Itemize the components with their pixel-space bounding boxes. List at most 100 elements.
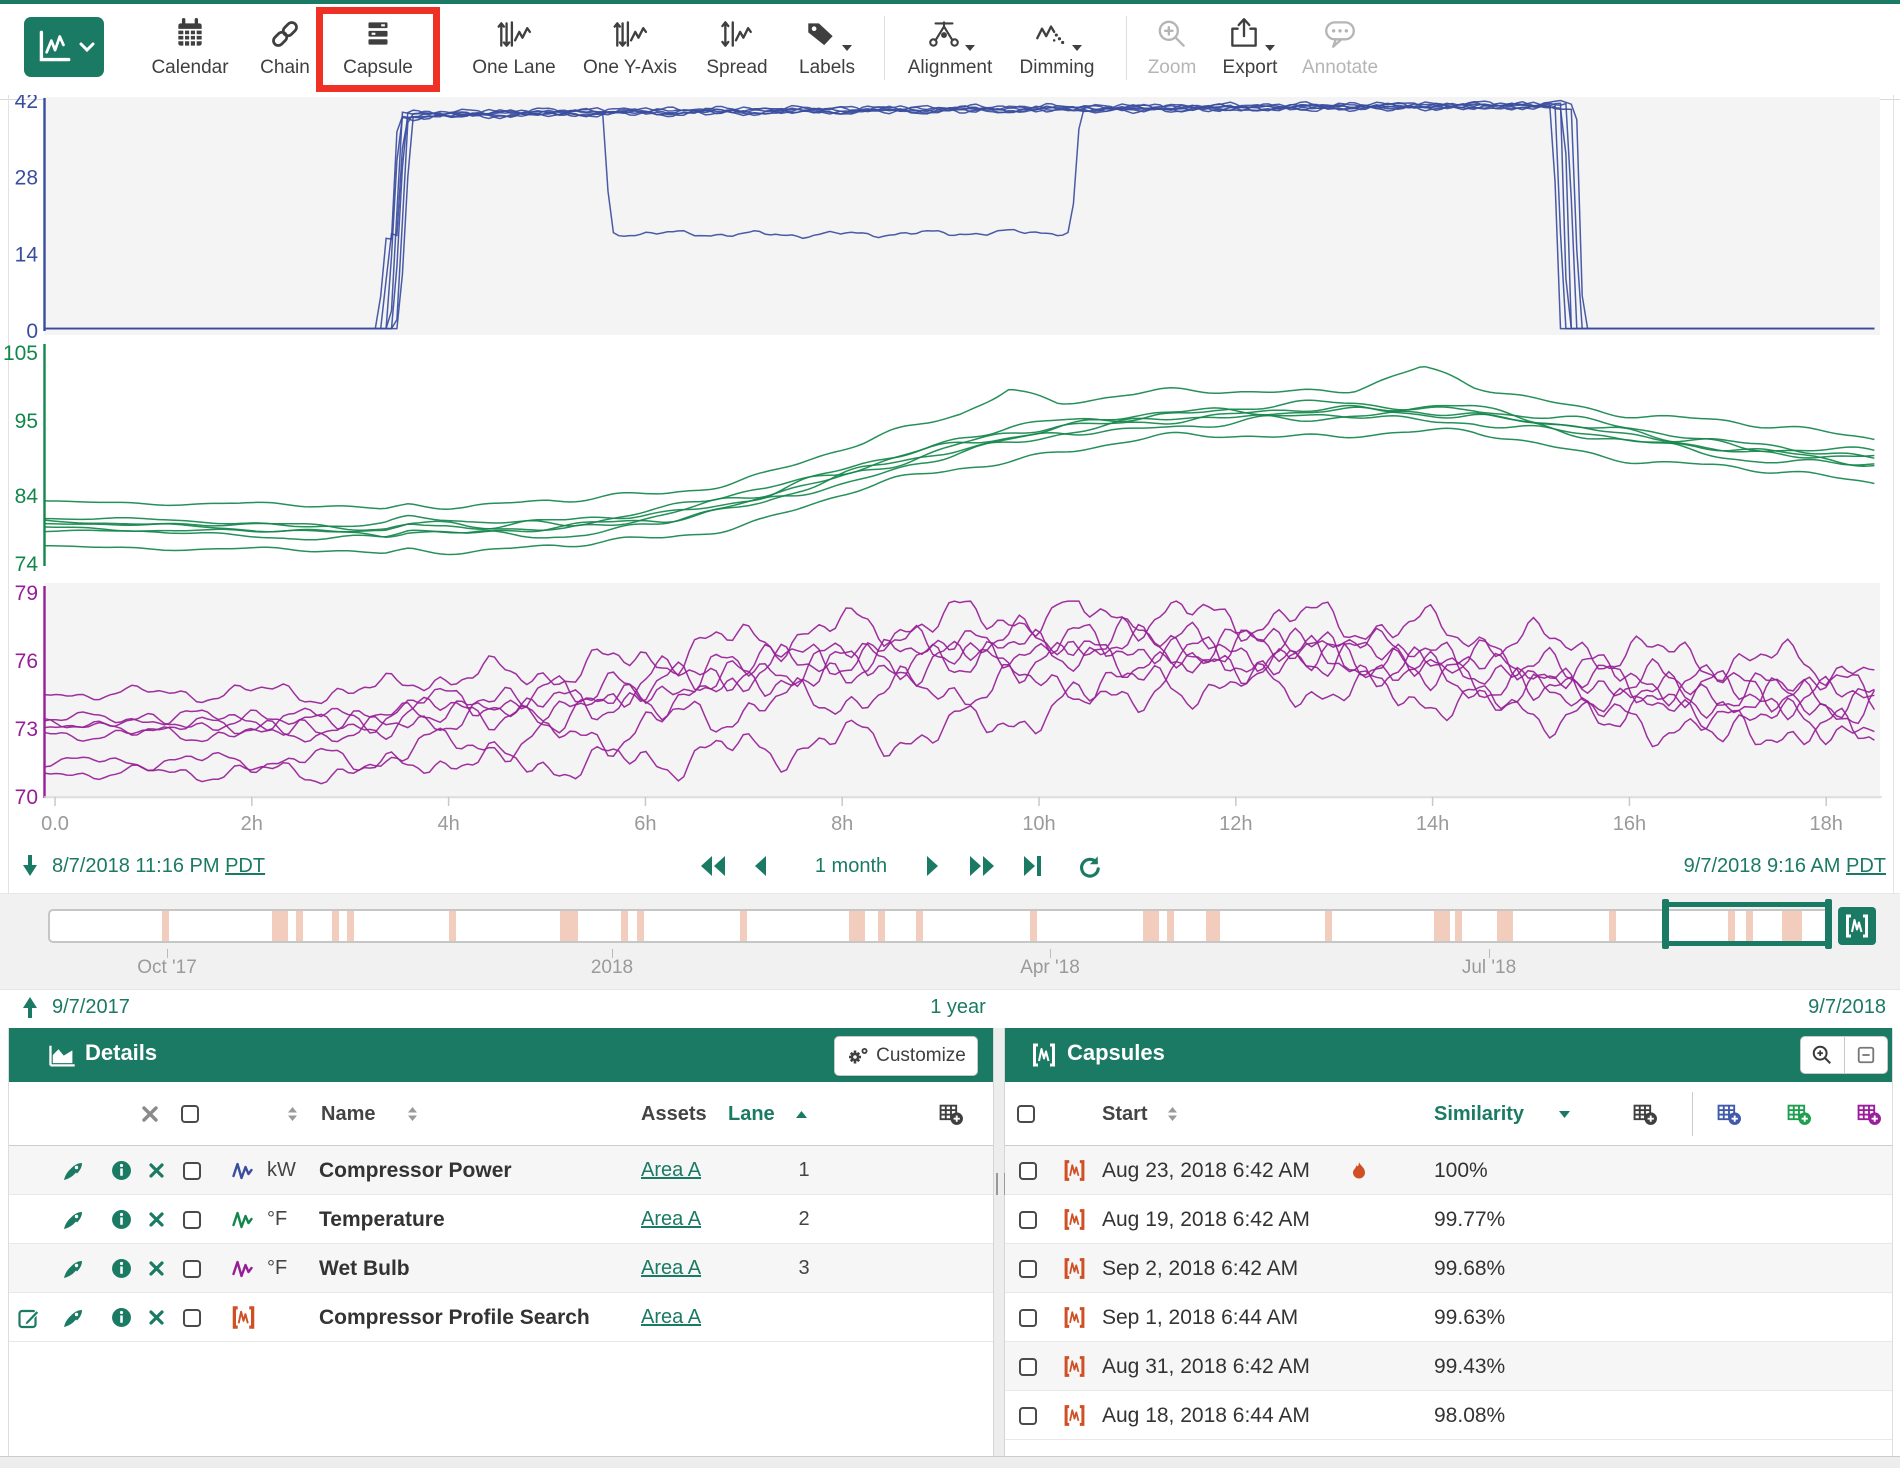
step-forward-fast-button[interactable] xyxy=(968,853,998,884)
range-start-timezone-link[interactable]: PDT xyxy=(225,855,265,877)
capsule-row[interactable]: Aug 19, 2018 6:42 AM 99.77% xyxy=(1005,1195,1892,1244)
capsule-row[interactable]: Sep 2, 2018 6:42 AM 99.68% xyxy=(1005,1244,1892,1293)
rocket-icon[interactable] xyxy=(61,1146,85,1195)
svg-text:73: 73 xyxy=(15,718,38,741)
capsule-occurrence-mark xyxy=(1143,911,1159,941)
step-back-fast-button[interactable] xyxy=(698,853,728,884)
rocket-icon[interactable] xyxy=(61,1244,85,1293)
timeline-bar[interactable] xyxy=(48,909,1830,943)
info-icon[interactable] xyxy=(111,1195,132,1244)
toolbar-labels[interactable]: Labels xyxy=(775,14,879,90)
collapse-button[interactable] xyxy=(1845,1036,1889,1074)
selection-right-handle[interactable] xyxy=(1825,899,1832,949)
refresh-button[interactable] xyxy=(1074,854,1102,885)
row-checkbox[interactable] xyxy=(1019,1358,1037,1376)
sort-lane-asc-icon[interactable] xyxy=(795,1082,808,1146)
rocket-icon[interactable] xyxy=(61,1293,85,1342)
asset-link[interactable]: Area A xyxy=(641,1159,701,1182)
details-area-chart-icon xyxy=(47,1041,77,1074)
selection-left-handle[interactable] xyxy=(1662,899,1669,949)
table-row[interactable]: Compressor Profile Search Area A xyxy=(9,1293,993,1342)
step-forward-button[interactable] xyxy=(925,853,941,884)
item-name: Temperature xyxy=(319,1195,445,1244)
remove-icon[interactable] xyxy=(149,1293,164,1342)
toolbar-export[interactable]: Export xyxy=(1198,14,1302,90)
capsule-start: Sep 1, 2018 6:44 AM xyxy=(1102,1293,1298,1342)
toolbar-one-y-axis[interactable]: One Y-Axis xyxy=(578,14,682,90)
row-checkbox[interactable] xyxy=(1019,1407,1037,1425)
toolbar-chain[interactable]: Chain xyxy=(233,14,337,90)
step-to-end-button[interactable] xyxy=(1022,853,1044,884)
row-checkbox[interactable] xyxy=(1019,1260,1037,1278)
column-start[interactable]: Start xyxy=(1102,1082,1148,1146)
toolbar-calendar[interactable]: Calendar xyxy=(138,14,242,90)
remove-icon[interactable] xyxy=(149,1195,164,1244)
select-all-checkbox[interactable] xyxy=(181,1105,199,1123)
column-lane[interactable]: Lane xyxy=(728,1082,775,1146)
toolbar-one-lane[interactable]: One Lane xyxy=(462,14,566,90)
row-checkbox[interactable] xyxy=(1019,1211,1037,1229)
info-icon[interactable] xyxy=(111,1146,132,1195)
step-back-button[interactable] xyxy=(752,853,768,884)
row-checkbox[interactable] xyxy=(183,1211,201,1229)
edit-icon[interactable] xyxy=(17,1293,41,1342)
row-checkbox[interactable] xyxy=(1019,1162,1037,1180)
sort-similarity-desc-icon[interactable] xyxy=(1558,1082,1571,1146)
toolbar-spread[interactable]: Spread xyxy=(685,14,789,90)
table-row[interactable]: °F Temperature Area A 2 xyxy=(9,1195,993,1244)
toolbar-dimming[interactable]: Dimming xyxy=(1005,14,1109,90)
row-checkbox[interactable] xyxy=(1019,1309,1037,1327)
toolbar-alignment[interactable]: Alignment xyxy=(898,14,1002,90)
remove-icon[interactable] xyxy=(149,1146,164,1195)
calendar-icon xyxy=(138,16,242,56)
asset-link[interactable]: Area A xyxy=(641,1306,701,1329)
toolbar-capsule[interactable]: Capsule xyxy=(326,14,430,90)
timeline-month-label: Oct '17 xyxy=(112,957,222,979)
sort-start-control[interactable] xyxy=(1167,1082,1178,1146)
range-end-timezone-link[interactable]: PDT xyxy=(1846,855,1886,877)
add-signal-column-blue-button[interactable] xyxy=(1717,1082,1742,1146)
column-assets[interactable]: Assets xyxy=(641,1082,707,1146)
sort-name-control[interactable] xyxy=(407,1082,418,1146)
capsule-row[interactable]: Aug 18, 2018 6:44 AM 98.08% xyxy=(1005,1391,1892,1440)
row-checkbox[interactable] xyxy=(183,1309,201,1327)
column-name[interactable]: Name xyxy=(321,1082,375,1146)
capsule-occurrence-mark xyxy=(916,911,923,941)
panel-splitter[interactable] xyxy=(993,1028,1005,1456)
row-checkbox[interactable] xyxy=(183,1162,201,1180)
add-signal-column-green-button[interactable] xyxy=(1787,1082,1812,1146)
rocket-icon[interactable] xyxy=(61,1195,85,1244)
info-icon[interactable] xyxy=(111,1293,132,1342)
range-duration-label[interactable]: 1 month xyxy=(795,855,907,878)
remove-all-icon[interactable] xyxy=(142,1082,158,1146)
svg-text:18h: 18h xyxy=(1810,813,1843,835)
chevron-down-icon xyxy=(79,42,95,53)
select-all-checkbox[interactable] xyxy=(1017,1105,1035,1123)
capsule-row[interactable]: Aug 23, 2018 6:42 AM 100% xyxy=(1005,1146,1892,1195)
svg-text:84: 84 xyxy=(15,485,39,508)
table-row[interactable]: °F Wet Bulb Area A 3 xyxy=(9,1244,993,1293)
spread-icon xyxy=(685,16,789,56)
sort-type-control[interactable] xyxy=(287,1082,298,1146)
timeline-selection[interactable] xyxy=(1664,902,1830,946)
table-row[interactable]: kW Compressor Power Area A 1 xyxy=(9,1146,993,1195)
customize-button[interactable]: Customize xyxy=(834,1036,978,1076)
zoom-to-capsule-button[interactable] xyxy=(1800,1036,1845,1074)
lane-wet-bulb[interactable]: 79767370 xyxy=(0,578,1900,805)
row-checkbox[interactable] xyxy=(183,1260,201,1278)
worksheet-view-button[interactable] xyxy=(24,17,104,77)
asset-link[interactable]: Area A xyxy=(641,1257,701,1280)
capsule-row[interactable]: Aug 31, 2018 6:42 AM 99.43% xyxy=(1005,1342,1892,1391)
timeline-capsule-button[interactable] xyxy=(1838,907,1876,945)
add-column-button[interactable] xyxy=(939,1082,964,1146)
asset-link[interactable]: Area A xyxy=(641,1208,701,1231)
remove-icon[interactable] xyxy=(149,1244,164,1293)
lane-temperature[interactable]: 105958474 xyxy=(0,341,1900,578)
svg-text:2h: 2h xyxy=(241,813,263,835)
capsule-row[interactable]: Sep 1, 2018 6:44 AM 99.63% xyxy=(1005,1293,1892,1342)
column-similarity[interactable]: Similarity xyxy=(1434,1082,1524,1146)
add-column-button[interactable] xyxy=(1633,1082,1658,1146)
lane-compressor-power[interactable]: 4228140 xyxy=(0,95,1900,341)
add-signal-column-purple-button[interactable] xyxy=(1857,1082,1882,1146)
info-icon[interactable] xyxy=(111,1244,132,1293)
